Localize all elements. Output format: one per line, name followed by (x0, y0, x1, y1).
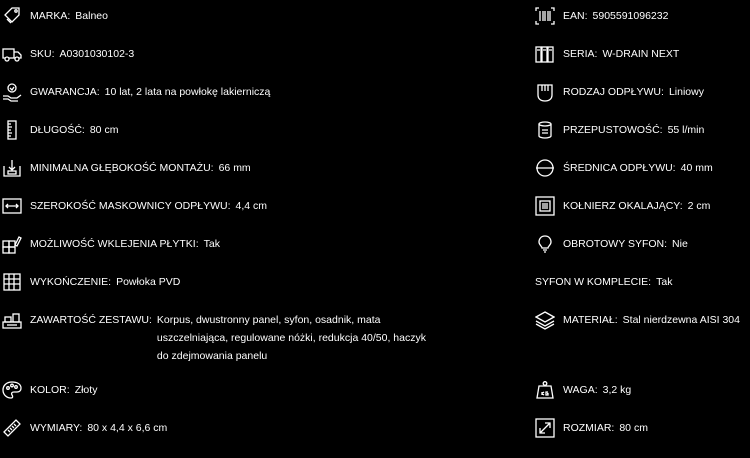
spec-row-seria: SERIA: W-DRAIN NEXT (535, 44, 679, 64)
spec-value: W-DRAIN NEXT (602, 48, 680, 60)
spec-row-wykonczenie: WYKOŃCZENIE: Powłoka PVD (2, 272, 180, 292)
resize-icon (535, 418, 555, 438)
spec-label: RODZAJ ODPŁYWU: (563, 86, 664, 98)
barcode-icon (535, 6, 555, 26)
spec-row-glebokosc: MINIMALNA GŁĘBOKOŚĆ MONTAŻU: 66 mm (2, 158, 251, 178)
spec-row-zawartosc: ZAWARTOŚĆ ZESTAWU: Korpus, dwustronny pa… (2, 310, 426, 365)
spec-value: Tak (656, 276, 673, 288)
spec-value: Złoty (74, 384, 98, 396)
spec-label: MATERIAŁ: (563, 314, 618, 326)
spec-label: OBROTOWY SYFON: (563, 238, 668, 250)
spec-row-obrotowy: OBROTOWY SYFON: Nie (535, 234, 688, 254)
spec-label: KOŁNIERZ OKALAJĄCY: (563, 200, 683, 212)
spec-label: SZEROKOŚĆ MASKOWNICY ODPŁYWU: (30, 200, 231, 212)
spec-label: MOŻLIWOŚĆ WKLEJENIA PŁYTKI: (30, 238, 199, 250)
spec-row-kolor: KOLOR: Złoty (2, 380, 97, 400)
spec-label: PRZEPUSTOWOŚĆ: (563, 124, 663, 136)
spec-row-wklejenie: MOŻLIWOŚĆ WKLEJENIA PŁYTKI: Tak (2, 234, 220, 254)
collar-icon (535, 196, 555, 216)
spec-row-rodzaj: RODZAJ ODPŁYWU: Liniowy (535, 82, 704, 102)
spec-value: Powłoka PVD (116, 276, 181, 288)
weight-icon (535, 380, 555, 400)
spec-label: WYMIARY: (30, 422, 83, 434)
spec-row-rozmiar: ROZMIAR: 80 cm (535, 418, 648, 438)
bulb-icon (535, 234, 555, 254)
drain-type-icon (535, 82, 555, 102)
grid-icon (2, 272, 22, 292)
ruler-icon (2, 120, 22, 140)
spec-row-ean: EAN: 5905591096232 (535, 6, 668, 26)
spec-label: DŁUGOŚĆ: (30, 124, 85, 136)
spec-row-gwarancja: GWARANCJA: 10 lat, 2 lata na powłokę laki… (2, 82, 270, 102)
spec-label: MINIMALNA GŁĘBOKOŚĆ MONTAŻU: (30, 162, 214, 174)
spec-value: 10 lat, 2 lata na powłokę lakierniczą (104, 86, 271, 98)
spec-value: 55 l/min (667, 124, 705, 136)
spec-value: Tak (203, 238, 220, 250)
tiles-icon (2, 234, 22, 254)
spec-value: A0301030102-3 (59, 48, 135, 60)
spec-label: GWARANCJA: (30, 86, 100, 98)
spec-value-line: do zdejmowania panelu (156, 350, 268, 362)
spec-label: ROZMIAR: (563, 422, 615, 434)
spec-value: Liniowy (668, 86, 704, 98)
spec-label: KOLOR: (30, 384, 70, 396)
spec-value: 3,2 kg (602, 384, 632, 396)
spec-value: 4,4 cm (235, 200, 268, 212)
spec-row-syfon: SYFON W KOMPLECIE: Tak (535, 272, 672, 289)
depth-icon (2, 158, 22, 178)
spec-value: Nie (672, 238, 688, 250)
tape-measure-icon (2, 418, 22, 438)
spec-label: SKU: (30, 48, 55, 60)
palette-icon (2, 380, 22, 400)
spec-value: 5905591096232 (592, 10, 669, 22)
spec-value: Balneo (75, 10, 108, 22)
spec-value: 80 cm (89, 124, 119, 136)
spec-label: WAGA: (563, 384, 598, 396)
spec-value: 40 mm (680, 162, 713, 174)
warranty-hand-icon (2, 82, 22, 102)
spec-row-przepustowosc: PRZEPUSTOWOŚĆ: 55 l/min (535, 120, 704, 140)
width-icon (2, 196, 22, 216)
spec-label: ZAWARTOŚĆ ZESTAWU: (30, 314, 152, 326)
spec-row-szerokosc: SZEROKOŚĆ MASKOWNICY ODPŁYWU: 4,4 cm (2, 196, 267, 216)
spec-value: 66 mm (218, 162, 251, 174)
spec-row-material: MATERIAŁ: Stal nierdzewna AISI 304 (535, 310, 740, 330)
spec-label: MARKA: (30, 10, 71, 22)
spec-row-dlugosc: DŁUGOŚĆ: 80 cm (2, 120, 118, 140)
spec-row-kolnierz: KOŁNIERZ OKALAJĄCY: 2 cm (535, 196, 710, 216)
spec-row-wymiary: WYMIARY: 80 x 4,4 x 6,6 cm (2, 418, 167, 438)
spec-value: 80 cm (619, 422, 648, 434)
spec-label: SERIA: (563, 48, 598, 60)
box-set-icon (2, 310, 22, 330)
spec-value: Stal nierdzewna AISI 304 (622, 314, 740, 326)
layers-icon (535, 310, 555, 330)
spec-row-marka: MARKA: Balneo (2, 6, 108, 26)
spec-label: SYFON W KOMPLECIE: (535, 276, 652, 288)
spec-value: 2 cm (687, 200, 711, 212)
spec-row-srednica: ŚREDNICA ODPŁYWU: 40 mm (535, 158, 713, 178)
spec-label: WYKOŃCZENIE: (30, 276, 112, 288)
spec-label: ŚREDNICA ODPŁYWU: (563, 162, 676, 174)
spec-row-sku: SKU: A0301030102-3 (2, 44, 134, 64)
spec-label: EAN: (563, 10, 588, 22)
spec-row-waga: WAGA: 3,2 kg (535, 380, 631, 400)
spec-value-line: uszczelniająca, regulowane nóżki, redukc… (156, 332, 426, 344)
spec-value-line: Korpus, dwustronny panel, syfon, osadnik… (156, 314, 381, 326)
tag-icon (2, 6, 22, 26)
spec-value: 80 x 4,4 x 6,6 cm (87, 422, 168, 434)
diameter-icon (535, 158, 555, 178)
books-icon (535, 44, 555, 64)
truck-icon (2, 44, 22, 64)
flow-icon (535, 120, 555, 140)
